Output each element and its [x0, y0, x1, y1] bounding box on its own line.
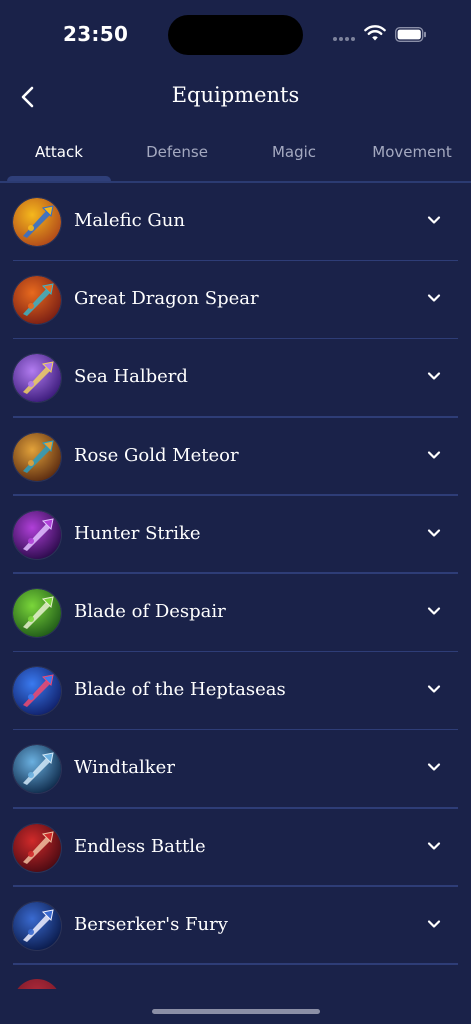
windtalker-icon [13, 745, 61, 794]
list-item[interactable]: Blade of the Heptaseas [0, 652, 471, 731]
category-tabs: Attack Defense Magic Movement [0, 124, 471, 182]
chevron-down-icon[interactable] [427, 293, 441, 303]
hunter-strike-icon [13, 510, 61, 559]
equipment-name: Malefic Gun [74, 210, 185, 231]
malefic-gun-icon [13, 198, 61, 246]
equipment-name: Blade of Despair [74, 600, 226, 622]
chevron-down-icon[interactable] [427, 606, 441, 616]
wifi-icon [364, 25, 386, 41]
sea-halberd-icon [13, 354, 61, 403]
equipments-screen: 23:50 Equipments Attack Defense Magic Mo… [0, 0, 471, 1024]
chevron-down-icon[interactable] [427, 684, 441, 694]
chevron-down-icon[interactable] [427, 528, 441, 538]
equipment-name: Blade of the Heptaseas [74, 679, 286, 701]
list-item[interactable]: Rose Gold Meteor [0, 418, 471, 496]
cellular-signal-icon [333, 37, 355, 41]
equipment-name: Berserker's Fury [74, 913, 228, 935]
equipment-name: Rose Gold Meteor [74, 444, 239, 466]
equipment-name: Sea Halberd [74, 366, 188, 388]
list-item[interactable]: Malefic Gun [0, 183, 471, 262]
list-item[interactable]: Sea Halberd [0, 339, 471, 418]
equipment-list: Malefic Gun Great Dragon Spear Sea Halberd… [0, 183, 471, 965]
battery-icon [395, 27, 426, 42]
blade-of-despair-icon [13, 588, 61, 637]
list-item[interactable]: Windtalker [0, 730, 471, 809]
berserkers-fury-icon [13, 901, 61, 950]
list-item-partial [0, 965, 471, 989]
chevron-down-icon[interactable] [427, 919, 441, 929]
great-dragon-spear-icon [13, 276, 61, 325]
tab-magic[interactable]: Magic [235, 124, 353, 182]
chevron-down-icon[interactable] [427, 762, 441, 772]
status-bar: 23:50 [0, 0, 471, 68]
equipment-icon [13, 979, 61, 989]
list-item[interactable]: Berserker's Fury [0, 887, 471, 965]
tab-defense[interactable]: Defense [118, 124, 236, 182]
equipment-name: Great Dragon Spear [74, 288, 259, 310]
chevron-down-icon[interactable] [427, 371, 441, 381]
rose-gold-meteor-icon [13, 432, 61, 481]
chevron-down-icon[interactable] [427, 215, 441, 225]
list-item[interactable]: Hunter Strike [0, 496, 471, 574]
chevron-down-icon[interactable] [427, 841, 441, 851]
status-time: 23:50 [63, 22, 129, 46]
equipment-name: Windtalker [74, 757, 175, 779]
equipment-name: Endless Battle [74, 835, 206, 857]
page-title: Equipments [171, 83, 300, 107]
equipment-name: Hunter Strike [74, 522, 201, 544]
blade-of-the-heptaseas-icon [13, 667, 61, 716]
chevron-down-icon[interactable] [427, 450, 441, 460]
list-item[interactable]: Blade of Despair [0, 574, 471, 653]
navigation-bar: Equipments [0, 68, 471, 124]
tab-movement[interactable]: Movement [353, 124, 471, 182]
tab-attack[interactable]: Attack [0, 124, 118, 182]
dynamic-island [168, 15, 303, 55]
list-item[interactable]: Endless Battle [0, 809, 471, 887]
endless-battle-icon [13, 823, 61, 872]
list-item[interactable]: Great Dragon Spear [0, 261, 471, 340]
home-indicator[interactable] [152, 1009, 320, 1014]
